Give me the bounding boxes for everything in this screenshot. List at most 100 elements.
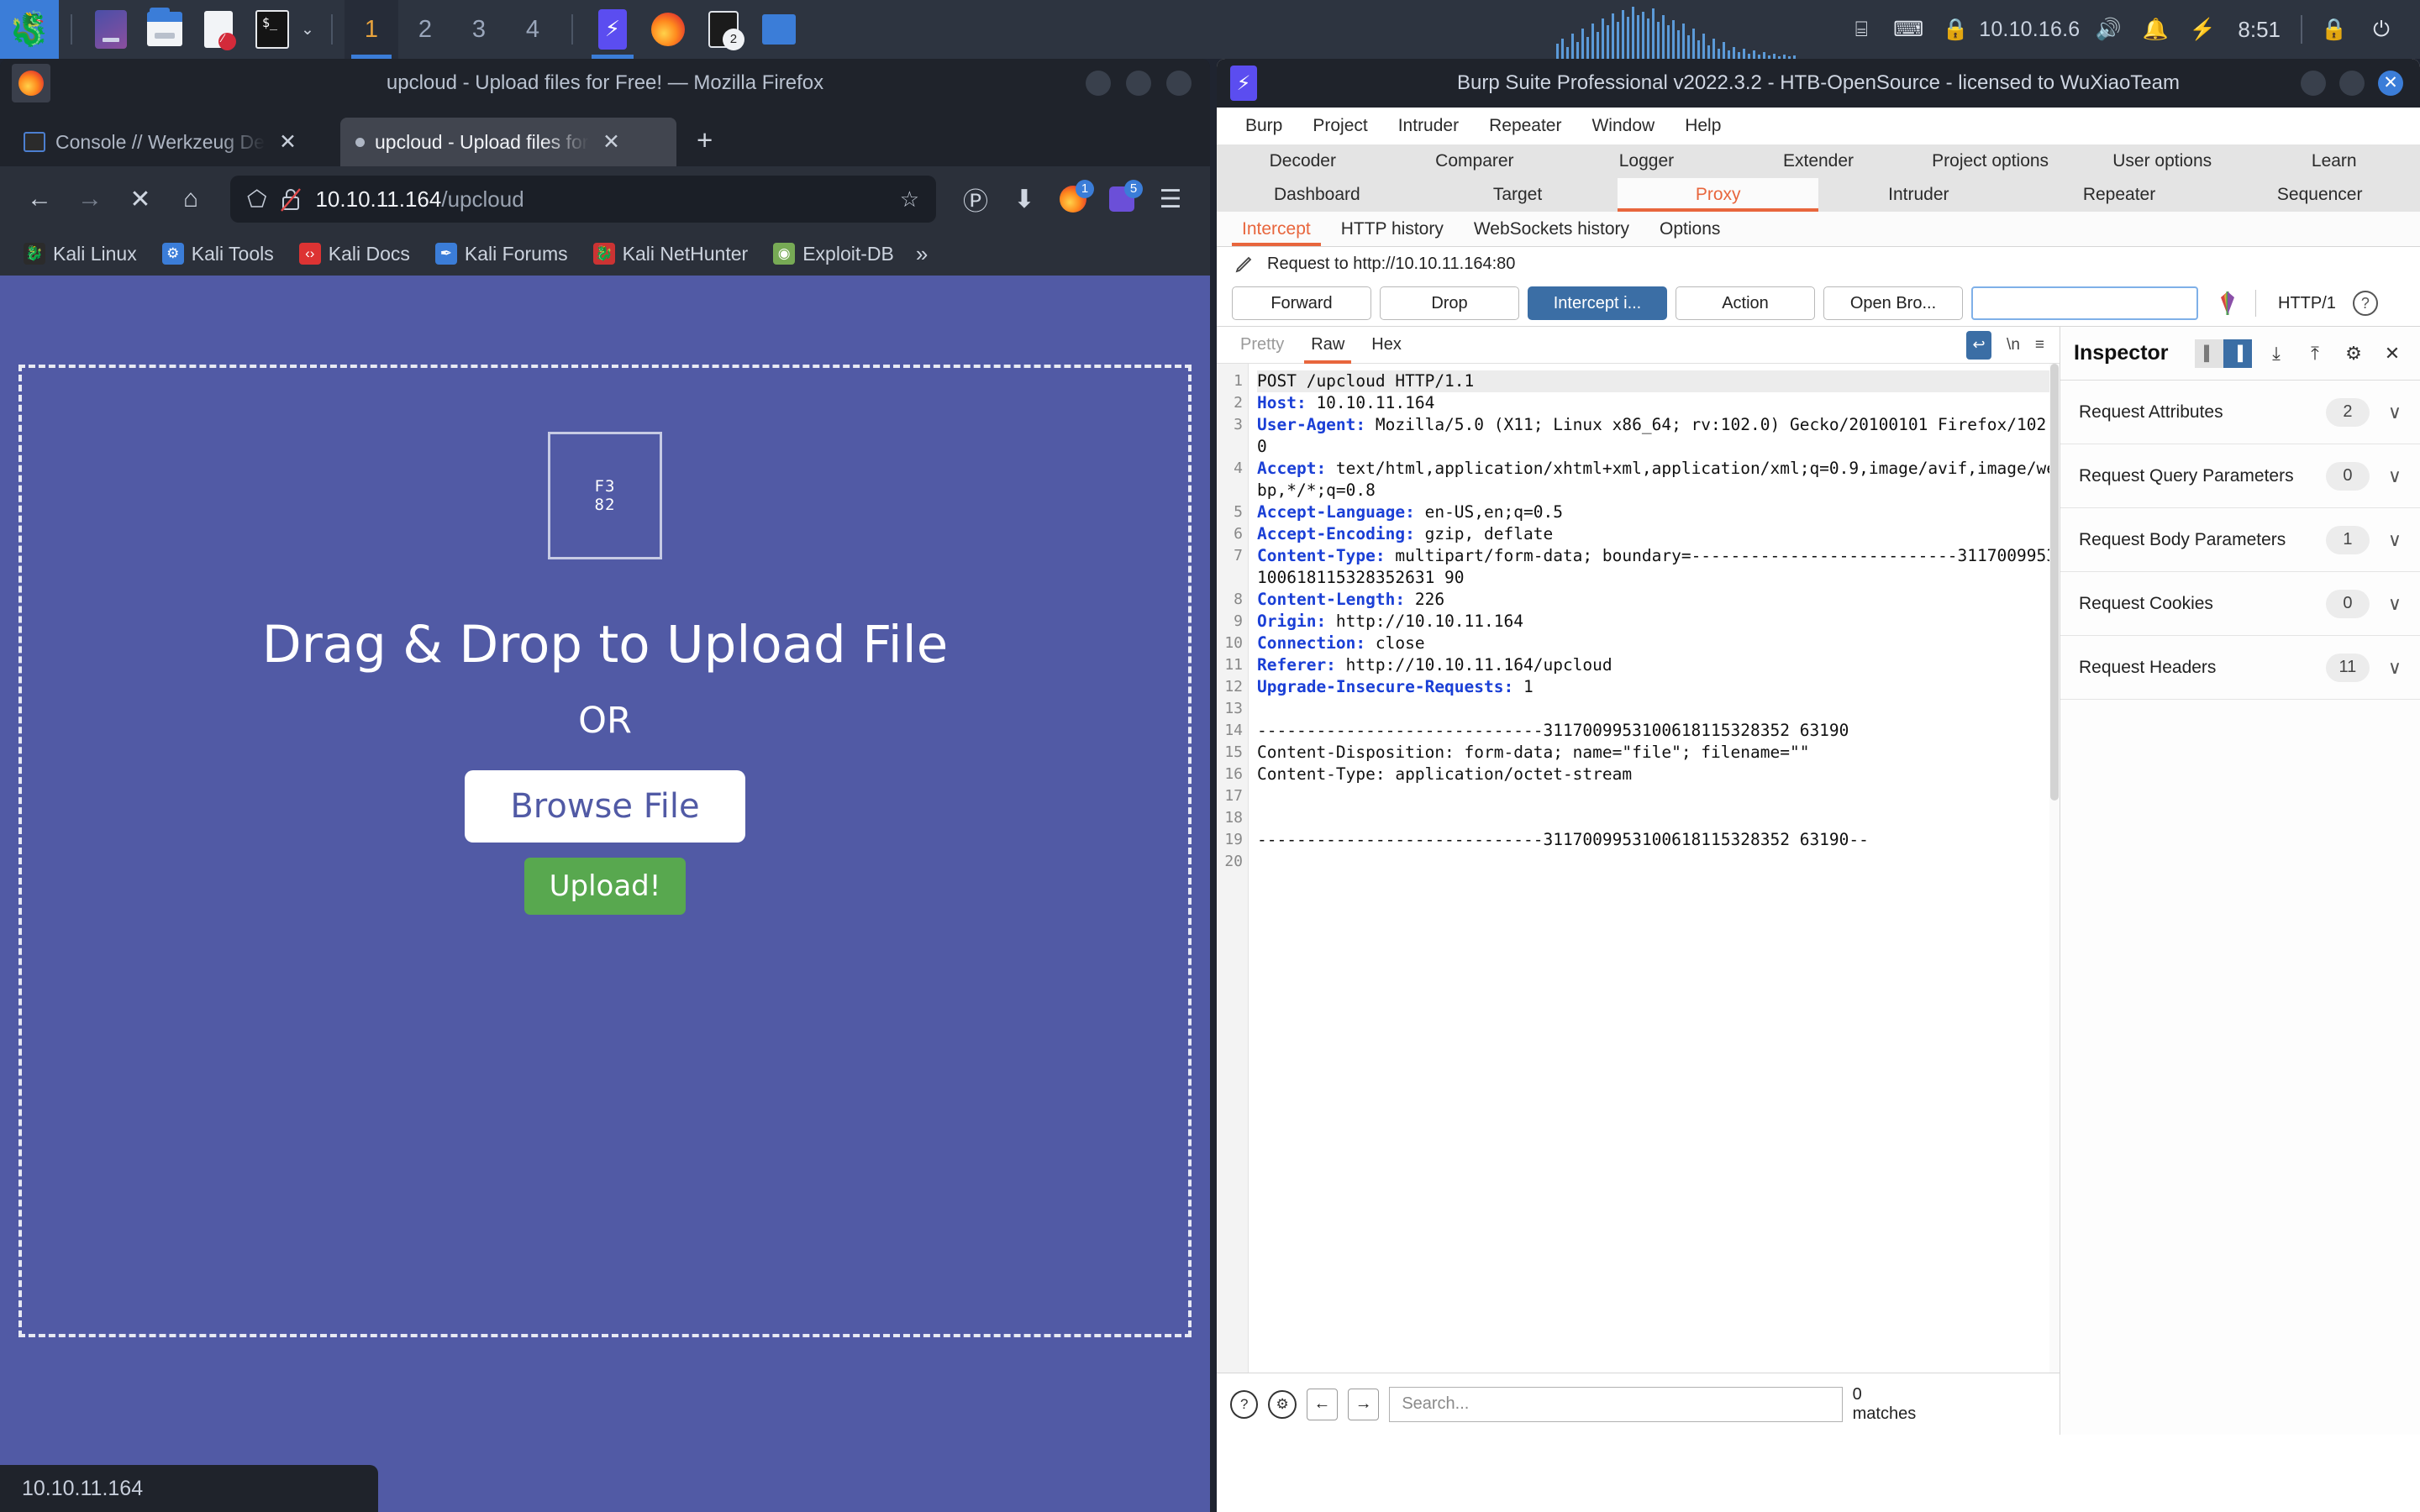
inspector-section-row[interactable]: Request Query Parameters 0 ∨ (2060, 444, 2420, 508)
menu-intruder[interactable]: Intruder (1383, 116, 1474, 136)
request-line[interactable]: POST /upcloud HTTP/1.1 (1257, 370, 2060, 392)
expand-all-icon[interactable]: ⤒ (2301, 343, 2329, 365)
close-button[interactable]: ✕ (2378, 71, 2403, 96)
close-icon[interactable]: ✕ (279, 129, 297, 155)
layout-right-icon[interactable]: ▐ (2223, 339, 2252, 368)
inspector-layout-toggle[interactable]: ▌ ▐ (2195, 339, 2252, 368)
gear-icon[interactable]: ⚙ (2339, 343, 2368, 365)
request-line[interactable]: Accept-Language: en-US,en;q=0.5 (1257, 501, 2060, 523)
bookmark-kali-tools[interactable]: ⚙ Kali Tools (152, 243, 284, 265)
request-line[interactable]: Connection: close (1257, 633, 2060, 654)
drop-button[interactable]: Drop (1380, 286, 1519, 320)
app-menu-button[interactable]: ☰ (1148, 176, 1193, 222)
menu-project[interactable]: Project (1297, 116, 1382, 136)
bookmark-kali-nethunter[interactable]: 🐉 Kali NetHunter (583, 243, 759, 265)
tab-extender[interactable]: Extender (1733, 151, 1905, 171)
taskbar-firefox[interactable] (640, 0, 696, 59)
file-dropzone[interactable]: F3 82 Drag & Drop to Upload File OR Brow… (18, 365, 1192, 1337)
request-line[interactable] (1257, 807, 2060, 829)
tab-logger[interactable]: Logger (1560, 151, 1733, 171)
tab-user-options[interactable]: User options (2076, 151, 2249, 171)
forward-button[interactable]: → (67, 176, 113, 222)
stop-button[interactable]: ✕ (118, 176, 163, 222)
subtab-http-history[interactable]: HTTP history (1326, 212, 1459, 246)
request-line[interactable]: Content-Type: multipart/form-data; bound… (1257, 545, 2060, 589)
tab-sequencer[interactable]: Sequencer (2219, 178, 2420, 212)
keyboard-icon[interactable]: ⌨ (1885, 0, 1932, 59)
menu-burp[interactable]: Burp (1230, 116, 1297, 136)
folder-icon[interactable] (144, 8, 186, 50)
editor-tab-raw[interactable]: Raw (1297, 327, 1358, 364)
close-button[interactable] (1166, 71, 1192, 96)
kali-dragon-icon[interactable]: 🐉 (0, 0, 59, 59)
taskbar-burp-suite[interactable]: ⚡ (585, 0, 640, 59)
tab-werkzeug-console[interactable]: Console // Werkzeug Debugger ✕ (8, 118, 340, 166)
bookmark-kali-docs[interactable]: ‹› Kali Docs (289, 243, 420, 265)
gear-icon[interactable]: ⚙ (1268, 1389, 1297, 1419)
taskbar-terminal-2[interactable]: 2 (696, 0, 751, 59)
forward-button[interactable]: Forward (1232, 286, 1371, 320)
word-wrap-icon[interactable]: ↩ (1966, 330, 1992, 360)
request-line[interactable] (1257, 785, 2060, 807)
inspector-section-row[interactable]: Request Cookies 0 ∨ (2060, 572, 2420, 636)
request-line[interactable] (1257, 698, 2060, 720)
bookmarks-overflow-icon[interactable]: » (916, 241, 928, 267)
tab-project-options[interactable]: Project options (1904, 151, 2076, 171)
extension-foxyproxy-icon[interactable]: 1 (1050, 176, 1096, 222)
open-browser-button[interactable]: Open Bro... (1823, 286, 1963, 320)
tab-upcloud[interactable]: upcloud - Upload files for Free! ✕ (340, 118, 676, 166)
subtab-options[interactable]: Options (1644, 212, 1735, 246)
editor-tab-pretty[interactable]: Pretty (1227, 327, 1297, 364)
chevron-down-icon[interactable]: ∨ (2388, 402, 2402, 423)
editor-menu-icon[interactable]: ≡ (2035, 336, 2044, 354)
tab-repeater[interactable]: Repeater (2019, 178, 2220, 212)
request-line[interactable]: Content-Length: 226 (1257, 589, 2060, 611)
request-line[interactable]: -----------------------------31170099531… (1257, 829, 2060, 851)
request-line[interactable]: -----------------------------31170099531… (1257, 720, 2060, 742)
inspector-section-row[interactable]: Request Headers 11 ∨ (2060, 636, 2420, 700)
subtab-intercept[interactable]: Intercept (1227, 212, 1326, 246)
inspector-section-row[interactable]: Request Attributes 2 ∨ (2060, 381, 2420, 444)
menu-repeater[interactable]: Repeater (1474, 116, 1576, 136)
close-icon[interactable]: ✕ (2378, 343, 2407, 365)
volume-icon[interactable]: 🔊 (2085, 0, 2132, 59)
vpn-lock-icon[interactable]: 🔒 (1932, 0, 1979, 59)
request-line[interactable]: Referer: http://10.10.11.164/upcloud (1257, 654, 2060, 676)
lock-screen-icon[interactable]: 🔒 (2311, 0, 2358, 59)
notifications-bell-icon[interactable]: 🔔 (2132, 0, 2179, 59)
action-button[interactable]: Action (1676, 286, 1815, 320)
terminal-icon[interactable]: $_ (251, 8, 293, 50)
layout-left-icon[interactable]: ▌ (2195, 339, 2223, 368)
maximize-button[interactable] (2339, 71, 2365, 96)
request-line[interactable]: Content-Disposition: form-data; name="fi… (1257, 742, 2060, 764)
bookmark-kali-linux[interactable]: 🐉 Kali Linux (13, 243, 147, 265)
request-line[interactable]: Host: 10.10.11.164 (1257, 392, 2060, 414)
insecure-lock-icon[interactable] (280, 186, 302, 212)
search-input[interactable]: Search... (1389, 1386, 1843, 1422)
menu-window[interactable]: Window (1576, 116, 1670, 136)
browse-file-button[interactable]: Browse File (465, 770, 745, 843)
address-bar[interactable]: ⬠ 10.10.11.164/upcloud ☆ (230, 176, 936, 223)
pocket-icon[interactable]: Ⓟ (953, 176, 998, 222)
logout-icon[interactable]: ⏻ (2358, 0, 2405, 59)
downloads-icon[interactable]: ⬇ (1002, 176, 1047, 222)
battery-icon[interactable]: ⚡ (2179, 0, 2226, 59)
intercept-toggle-button[interactable]: Intercept i... (1528, 286, 1667, 320)
collapse-all-icon[interactable]: ⤓ (2262, 343, 2291, 365)
workspace-4[interactable]: 4 (506, 0, 560, 59)
files-icon[interactable] (90, 8, 132, 50)
document-icon[interactable]: ⁄ (197, 8, 239, 50)
request-line[interactable]: Accept-Encoding: gzip, deflate (1257, 523, 2060, 545)
bookmark-exploit-db[interactable]: ◉ Exploit-DB (763, 243, 904, 265)
chevron-down-icon[interactable]: ∨ (2388, 593, 2402, 615)
clock[interactable]: 8:51 (2238, 17, 2281, 43)
inspector-section-row[interactable]: Request Body Parameters 1 ∨ (2060, 508, 2420, 572)
taskbar-files-blue[interactable] (751, 0, 807, 59)
workspace-3[interactable]: 3 (452, 0, 506, 59)
chevron-down-icon[interactable]: ∨ (2388, 657, 2402, 679)
toolbar-text-input[interactable] (1971, 286, 2198, 320)
shield-icon[interactable]: ⬠ (247, 186, 266, 213)
close-icon[interactable]: ✕ (602, 129, 620, 155)
minimize-button[interactable] (2301, 71, 2326, 96)
chevron-down-icon[interactable]: ∨ (2388, 465, 2402, 487)
